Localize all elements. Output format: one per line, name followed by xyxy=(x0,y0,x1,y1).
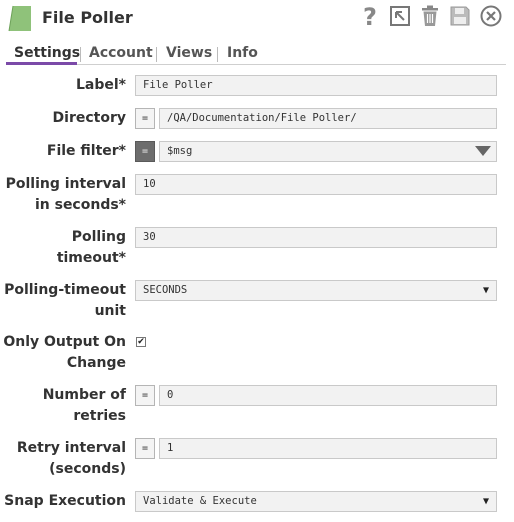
active-tab-indicator xyxy=(6,62,77,65)
polling-interval-field-label: Polling interval in seconds* xyxy=(6,174,126,216)
file-filter-expression-toggle[interactable]: = xyxy=(135,141,155,162)
polling-timeout-label-line1: Polling xyxy=(71,229,126,245)
retry-interval-label-line2: (seconds) xyxy=(49,461,126,477)
polling-timeout-input[interactable]: 30 xyxy=(135,227,497,248)
polling-interval-label-line1: Polling interval xyxy=(5,176,126,192)
tab-settings[interactable]: Settings xyxy=(14,45,80,61)
polling-timeout-unit-field-label: Polling-timeout unit xyxy=(4,280,126,322)
tab-info[interactable]: Info xyxy=(227,45,258,61)
only-output-on-change-field-label: Only Output On Change xyxy=(3,332,126,374)
number-of-retries-input[interactable]: 0 xyxy=(159,385,497,406)
dropdown-arrow-icon[interactable] xyxy=(475,146,491,156)
snap-execution-field-label: Snap Execution xyxy=(4,493,126,509)
number-of-retries-expression-toggle[interactable]: = xyxy=(135,385,155,406)
number-of-retries-field-label: Number of retries xyxy=(43,385,126,427)
file-filter-value: $msg xyxy=(167,145,193,157)
polling-timeout-unit-label-line2: unit xyxy=(94,303,126,319)
help-icon[interactable]: ? xyxy=(358,4,382,28)
tab-separator xyxy=(156,47,157,62)
close-icon[interactable] xyxy=(479,4,503,28)
number-of-retries-label-line1: Number of xyxy=(42,387,126,403)
directory-field-label: Directory xyxy=(52,110,126,126)
tab-divider xyxy=(6,64,506,65)
retry-interval-input[interactable]: 1 xyxy=(159,438,497,459)
snap-execution-value: Validate & Execute xyxy=(143,495,257,507)
directory-input[interactable]: /QA/Documentation/File Poller/ xyxy=(159,108,497,129)
snap-icon xyxy=(8,5,31,32)
export-icon[interactable] xyxy=(388,4,412,28)
chevron-down-icon: ▼ xyxy=(482,496,489,507)
only-output-label-line2: Change xyxy=(66,355,126,371)
snap-title: File Poller xyxy=(42,8,133,27)
label-field-label: Label* xyxy=(75,77,126,93)
tab-separator xyxy=(217,47,218,62)
tab-views[interactable]: Views xyxy=(166,45,212,61)
only-output-on-change-checkbox[interactable]: ✔ xyxy=(136,337,146,347)
save-icon[interactable] xyxy=(448,4,472,28)
polling-interval-label-line2: in seconds* xyxy=(34,197,126,213)
file-filter-input[interactable]: $msg xyxy=(159,141,497,162)
retry-interval-expression-toggle[interactable]: = xyxy=(135,438,155,459)
polling-timeout-unit-value: SECONDS xyxy=(143,284,188,296)
retry-interval-label-line1: Retry interval xyxy=(16,440,126,456)
polling-timeout-unit-select[interactable]: SECONDS ▼ xyxy=(135,280,497,301)
retry-interval-field-label: Retry interval (seconds) xyxy=(17,438,126,480)
file-filter-field-label: File filter* xyxy=(46,143,126,159)
tab-account[interactable]: Account xyxy=(89,45,153,61)
number-of-retries-label-line2: retries xyxy=(73,408,126,424)
label-input[interactable]: File Poller xyxy=(135,75,497,96)
delete-icon[interactable] xyxy=(418,4,442,28)
polling-timeout-unit-label-line1: Polling-timeout xyxy=(4,282,126,298)
polling-timeout-field-label: Polling timeout* xyxy=(57,227,126,269)
tab-separator xyxy=(80,47,81,62)
chevron-down-icon: ▼ xyxy=(482,285,489,296)
snap-execution-select[interactable]: Validate & Execute ▼ xyxy=(135,491,497,512)
polling-interval-input[interactable]: 10 xyxy=(135,174,497,195)
svg-text:?: ? xyxy=(363,4,377,28)
polling-timeout-label-line2: timeout* xyxy=(56,250,126,266)
header: File Poller ? xyxy=(0,0,514,38)
only-output-label-line1: Only Output On xyxy=(3,334,126,350)
directory-expression-toggle[interactable]: = xyxy=(135,108,155,129)
